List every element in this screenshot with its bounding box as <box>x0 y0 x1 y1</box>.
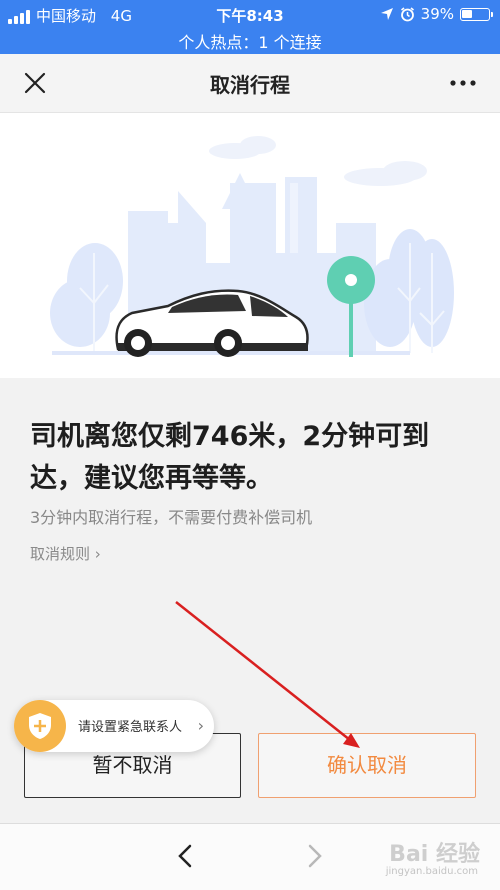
forward-arrow-icon[interactable] <box>300 838 330 874</box>
navigation-bar: 取消行程 <box>0 54 500 113</box>
city-car-illustration <box>0 113 500 378</box>
back-arrow-icon[interactable] <box>170 838 200 874</box>
emergency-contact-prompt[interactable]: 请设置紧急联系人 › <box>14 700 214 752</box>
confirm-cancel-button[interactable]: 确认取消 <box>258 733 476 798</box>
more-options-icon[interactable] <box>448 70 478 96</box>
main-content: 司机离您仅剩746米，2分钟可到达，建议您再等等。 3分钟内取消行程，不需要付费… <box>0 378 500 823</box>
driver-distance-headline: 司机离您仅剩746米，2分钟可到达，建议您再等等。 <box>30 421 430 494</box>
hotspot-banner[interactable]: 个人热点：1 个连接 <box>0 29 500 53</box>
watermark-url: jingyan.baidu.com <box>385 866 478 877</box>
cancel-rules-link[interactable]: 取消规则 › <box>30 543 101 564</box>
page-title: 取消行程 <box>210 73 290 97</box>
shield-icon <box>14 700 66 752</box>
status-bar: 中国移动 4G 下午8:43 39% 个人热点：1 个连接 <box>0 0 500 54</box>
alarm-icon <box>400 6 414 21</box>
watermark-logo: Bai 经验 <box>389 842 480 867</box>
emergency-contact-label: 请设置紧急联系人 <box>78 720 183 735</box>
battery-percent: 39% <box>420 5 454 23</box>
car-illustration <box>0 113 500 378</box>
chevron-right-icon: › <box>197 716 204 735</box>
location-icon <box>380 8 393 20</box>
cancel-policy-note: 3分钟内取消行程，不需要付费补偿司机 <box>30 508 313 527</box>
battery-icon <box>460 7 493 21</box>
